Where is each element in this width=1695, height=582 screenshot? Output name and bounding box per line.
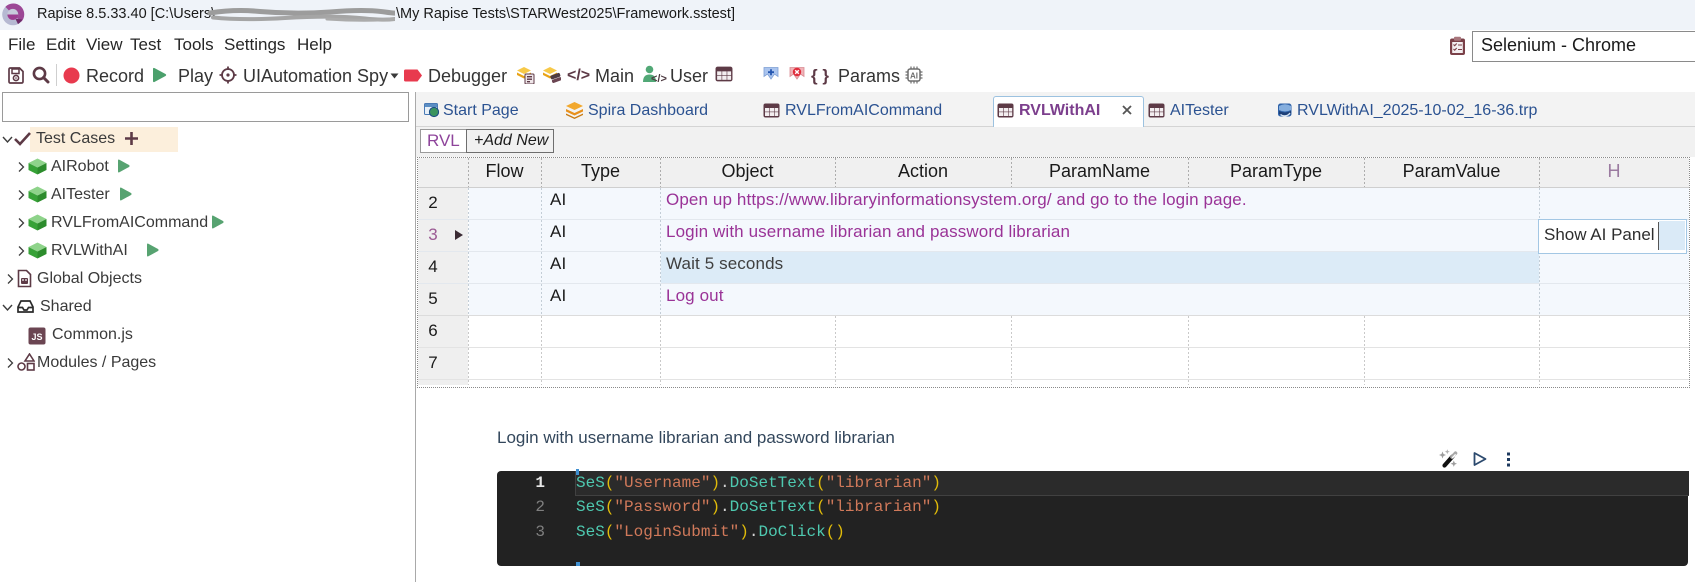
svg-text:</>: </> (651, 73, 667, 85)
svg-text:JS: JS (31, 332, 42, 342)
svg-text:AI: AI (910, 72, 918, 81)
